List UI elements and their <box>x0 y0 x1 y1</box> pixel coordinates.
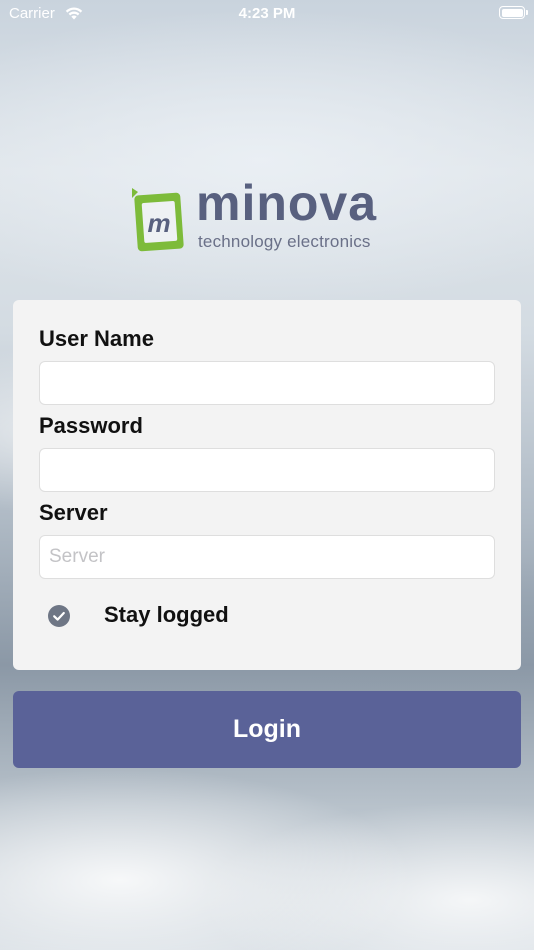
minova-logo-icon: m <box>132 188 184 252</box>
brand-name: minova <box>196 175 378 231</box>
server-input[interactable] <box>39 535 495 579</box>
stay-logged-checkbox[interactable] <box>48 605 70 627</box>
stay-logged-label[interactable]: Stay logged <box>104 602 229 628</box>
checkmark-icon <box>53 611 65 621</box>
username-input[interactable] <box>39 361 495 405</box>
svg-text:m: m <box>147 208 170 238</box>
status-bar: Carrier 4:23 PM <box>0 0 534 28</box>
server-label: Server <box>39 500 108 525</box>
brand-tagline: technology electronics <box>198 232 371 251</box>
clock: 4:23 PM <box>238 5 296 22</box>
password-input[interactable] <box>39 448 495 492</box>
password-label: Password <box>39 413 143 438</box>
brand-logo: m minova technology electronics <box>128 175 418 260</box>
login-form: User Name Password Server Stay logged <box>13 300 521 670</box>
login-button[interactable]: Login <box>13 691 521 768</box>
username-label: User Name <box>39 326 154 351</box>
battery-icon <box>499 6 528 19</box>
